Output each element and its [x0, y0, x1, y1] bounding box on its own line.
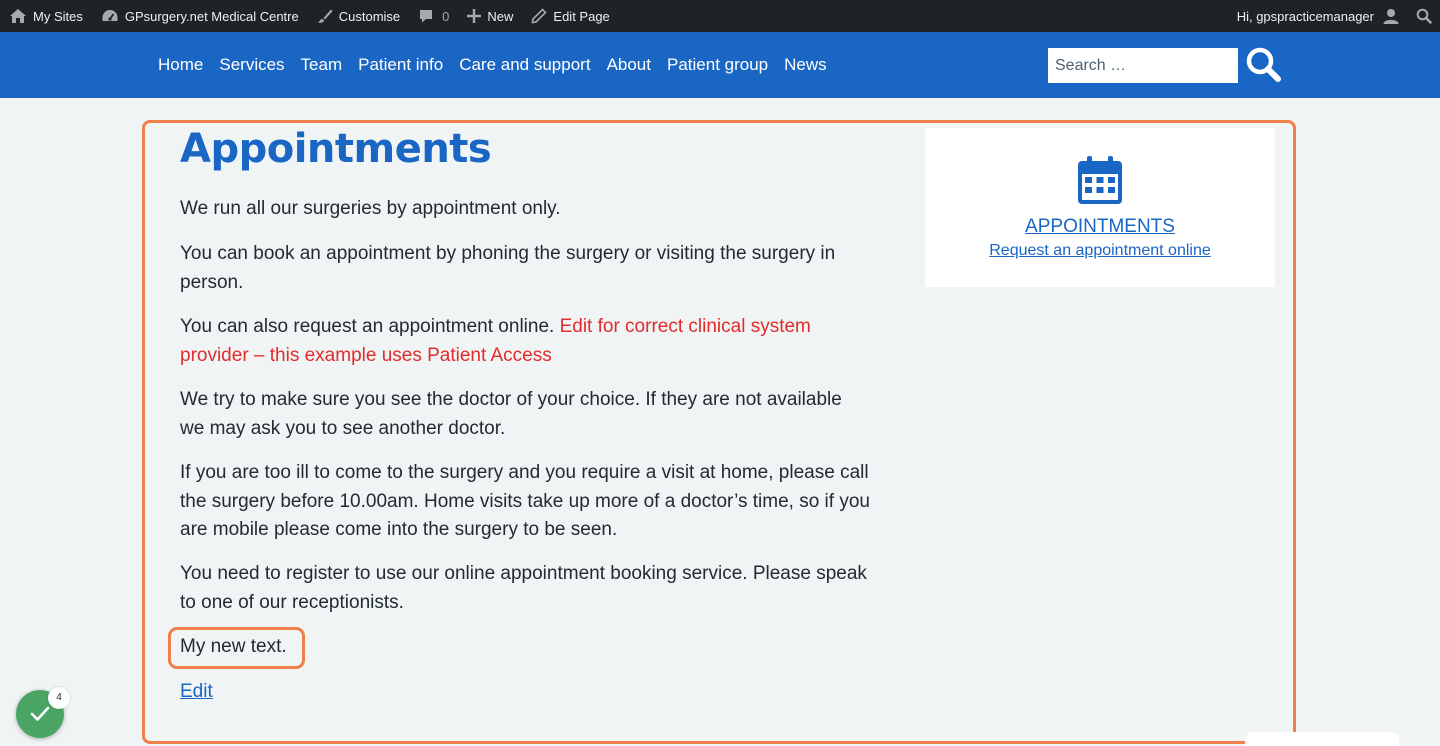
customise-label: Customise [338, 8, 401, 24]
pencil-icon [531, 8, 548, 24]
main-nav: Home Services Team Patient info Care and… [150, 32, 835, 98]
comments-count: 0 [442, 8, 450, 24]
greeting-label: Hi, gpspracticemanager [1236, 8, 1374, 24]
my-sites-label: My Sites [33, 8, 83, 24]
user-avatar-icon [1383, 9, 1399, 24]
comment-icon [420, 10, 433, 23]
edit-link[interactable]: Edit [180, 678, 213, 707]
edit-page-button[interactable]: Edit Page [522, 0, 618, 32]
admin-search-button[interactable] [1408, 0, 1440, 32]
nav-item-news[interactable]: News [776, 55, 835, 75]
online-request-text: You can also request an appointment onli… [180, 316, 560, 337]
my-sites-button[interactable]: My Sites [0, 0, 92, 32]
nav-item-patient-info[interactable]: Patient info [350, 55, 451, 75]
new-text-paragraph: My new text. [180, 636, 287, 657]
nav-item-team[interactable]: Team [293, 55, 351, 75]
nav-item-services[interactable]: Services [211, 55, 292, 75]
paragraph-booking: You can book an appointment by phoning t… [180, 243, 836, 293]
nav-item-about[interactable]: About [599, 55, 659, 75]
nav-item-care-and-support[interactable]: Care and support [451, 55, 598, 75]
comments-button[interactable]: 0 [409, 0, 458, 32]
site-name-button[interactable]: GPsurgery.net Medical Centre [92, 0, 308, 32]
new-label: New [487, 8, 514, 24]
paragraph-doctor-choice: We try to make sure you see the doctor o… [180, 389, 842, 439]
appointments-card: APPOINTMENTS Request an appointment onli… [925, 128, 1275, 287]
calendar-icon [1078, 156, 1122, 204]
admin-bar: My Sites GPsurgery.net Medical Centre Cu… [0, 0, 1440, 32]
appointments-card-title[interactable]: APPOINTMENTS [925, 216, 1275, 238]
request-appointment-link[interactable]: Request an appointment online [925, 242, 1275, 260]
corner-panel [1245, 732, 1399, 746]
admin-bar-right: Hi, gpspracticemanager [1229, 0, 1440, 32]
search-icon [1416, 8, 1432, 24]
edit-page-label: Edit Page [553, 8, 610, 24]
my-sites-icon [10, 9, 26, 23]
plus-icon [467, 9, 482, 23]
search-input[interactable] [1048, 48, 1238, 83]
customise-button[interactable]: Customise [308, 0, 409, 32]
paragraph-home-visits: If you are too ill to come to the surger… [180, 462, 870, 540]
paragraph-appointment-only: We run all our surgeries by appointment … [180, 198, 561, 219]
checkmark-icon [30, 706, 50, 721]
search-button[interactable] [1244, 46, 1284, 84]
account-menu[interactable]: Hi, gpspracticemanager [1229, 0, 1408, 32]
nav-item-home[interactable]: Home [150, 55, 211, 75]
brush-icon [317, 9, 333, 23]
dashboard-icon [102, 10, 118, 21]
site-name-label: GPsurgery.net Medical Centre [124, 8, 299, 24]
search-icon [1246, 47, 1281, 82]
nav-item-patient-group[interactable]: Patient group [659, 55, 776, 75]
paragraph-register: You need to register to use our online a… [180, 563, 867, 613]
page-title: Appointments [180, 126, 492, 172]
widget-count-badge: 4 [48, 687, 70, 709]
site-header: Home Services Team Patient info Care and… [0, 32, 1440, 98]
paragraph-online-request: You can also request an appointment onli… [180, 313, 870, 370]
new-button[interactable]: New [458, 0, 522, 32]
admin-bar-left: My Sites GPsurgery.net Medical Centre Cu… [0, 0, 619, 32]
